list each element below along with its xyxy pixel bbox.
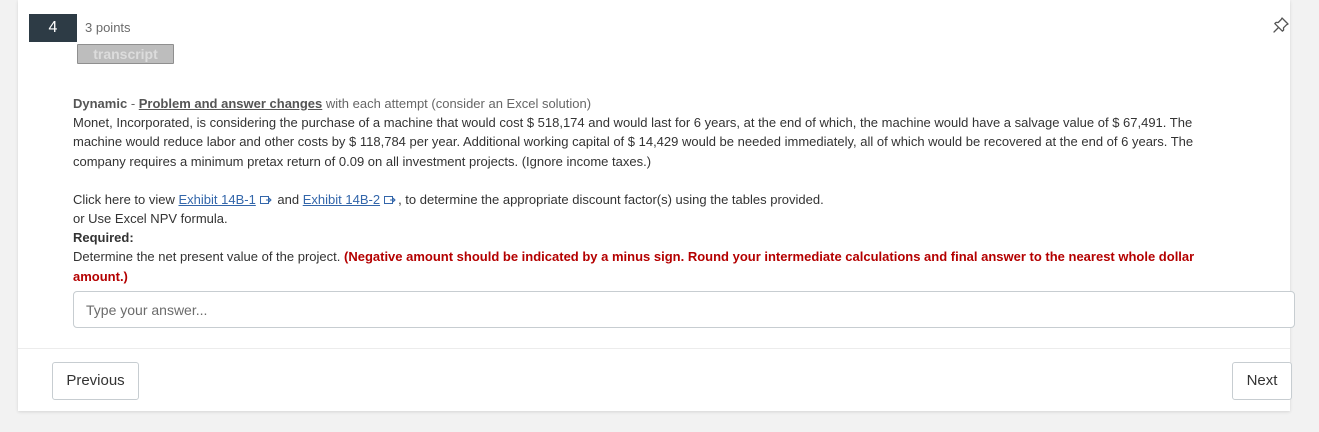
external-link-icon — [259, 191, 272, 204]
question-points: 3 points — [85, 20, 131, 35]
instruction-line: Determine the net present value of the p… — [73, 247, 1291, 266]
pin-icon-graphic — [1273, 17, 1289, 33]
problem-text-line-1: Monet, Incorporated, is considering the … — [73, 115, 1193, 131]
attempt-note: with each attempt (consider an Excel sol… — [322, 96, 592, 111]
exhibit-14b-1-link[interactable]: Exhibit 14B-1 — [178, 192, 255, 207]
rounding-instruction-1: (Negative amount should be indicated by … — [344, 249, 1195, 265]
question-card: 4 3 points transcript Dynamic - Problem … — [18, 0, 1295, 411]
footer-divider — [18, 348, 1290, 349]
dynamic-note: Dynamic - Problem and answer changes wit… — [73, 94, 1291, 113]
question-body: Dynamic - Problem and answer changes wit… — [73, 94, 1291, 286]
answer-input[interactable] — [73, 291, 1295, 328]
question-number-badge: 4 — [29, 14, 77, 42]
and-text: and — [273, 191, 303, 207]
required-label: Required: — [73, 230, 134, 246]
problem-text-line-2: machine would reduce labor and other cos… — [73, 134, 1194, 150]
exhibit-14b-2-link[interactable]: Exhibit 14B-2 — [303, 192, 380, 207]
transcript-button[interactable]: transcript — [77, 44, 174, 64]
next-button[interactable]: Next — [1232, 362, 1292, 400]
click-prefix: Click here to view — [73, 191, 179, 207]
excel-note: or Use Excel NPV formula. — [73, 211, 228, 227]
dash-separator: - — [127, 96, 139, 111]
rounding-instruction-2: amount.) — [73, 268, 128, 284]
click-suffix: , to determine the appropriate discount … — [398, 191, 824, 207]
pin-icon[interactable] — [1271, 15, 1291, 35]
problem-text-line-3: company requires a minimum pretax return… — [73, 153, 652, 169]
exhibit-line: Click here to view Exhibit 14B-1 and Exh… — [73, 190, 1291, 209]
problem-changes-link[interactable]: Problem and answer changes — [139, 96, 323, 111]
instruction-text: Determine the net present value of the p… — [73, 249, 344, 265]
dynamic-label: Dynamic — [73, 96, 128, 111]
previous-button[interactable]: Previous — [52, 362, 139, 400]
external-link-icon — [384, 191, 396, 204]
